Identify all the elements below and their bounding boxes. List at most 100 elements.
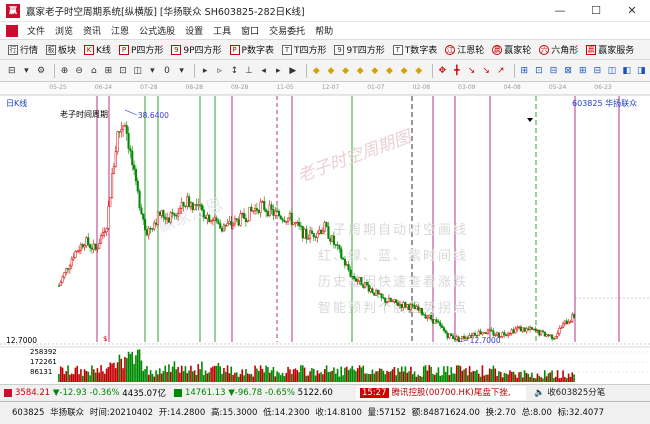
drawing-tool-34-icon[interactable]: ⊟ <box>548 64 560 78</box>
drawing-tool-21-icon[interactable]: ◆ <box>340 64 352 78</box>
drawing-tool-16-icon[interactable]: ◂ <box>258 64 270 78</box>
drawing-tool-35-icon[interactable]: ⊠ <box>562 64 574 78</box>
menu-help[interactable]: 帮助 <box>310 24 338 37</box>
menu-gann[interactable]: 江恩 <box>106 24 134 37</box>
candle-body <box>547 334 550 337</box>
drawing-tool-37-icon[interactable]: ⊟ <box>592 64 604 78</box>
sz-index[interactable]: 14761.13 ▼-96.78 -0.65% 5122.60 <box>173 388 333 398</box>
drawing-tool-5-icon[interactable]: ⌂ <box>88 64 100 78</box>
kline-chart[interactable]: 赢家江恩 老子时空周期图 老子周期自动时空画线 红、绿、蓝、紫时间线 历史基因快速查看涨… <box>0 82 650 384</box>
kline-button[interactable]: K K线 <box>80 43 115 56</box>
candle-body <box>486 329 489 334</box>
menu-info[interactable]: 资讯 <box>78 24 106 37</box>
drawing-tool-9-icon[interactable]: ▾ <box>147 64 159 78</box>
volume-bar <box>439 375 442 382</box>
minimize-button[interactable]: — <box>542 0 578 22</box>
quote-button[interactable]: 行行情 <box>4 43 42 56</box>
drawing-tool-24-icon[interactable]: ◆ <box>384 64 396 78</box>
drawing-tool-11-icon[interactable]: ▾ <box>176 64 188 78</box>
gann-wheel-button[interactable]: 江江恩轮 <box>441 43 488 56</box>
drawing-tool-13-icon[interactable]: ▹ <box>214 64 226 78</box>
p-table-button[interactable]: P P数字表 <box>226 43 278 56</box>
drawing-tool-25-icon[interactable]: ◆ <box>398 64 410 78</box>
volume-bar <box>395 375 398 382</box>
gann-wheel-label: 江恩轮 <box>457 46 485 56</box>
volume-bar <box>386 370 388 382</box>
drawing-tool-26-icon[interactable]: ◆ <box>413 64 425 78</box>
menu-formula[interactable]: 公式选股 <box>134 24 180 37</box>
drawing-tool-28-icon[interactable]: ╋ <box>451 64 463 78</box>
hexagon-button[interactable]: 六六角形 <box>535 43 582 56</box>
drawing-tool-1-icon[interactable]: ▾ <box>21 64 33 78</box>
p-square-button[interactable]: P P四方形 <box>115 43 167 56</box>
drawing-tool-15-icon[interactable]: ⊥ <box>243 64 255 78</box>
drawing-tool-38-icon[interactable]: ◫ <box>606 64 618 78</box>
sector-button[interactable]: 板板块 <box>42 43 80 56</box>
drawing-tool-31-icon[interactable]: ↗ <box>495 64 507 78</box>
volume-bar <box>325 365 328 382</box>
drawing-tool-29-icon[interactable]: ↘ <box>466 64 478 78</box>
volume-bar <box>406 372 409 382</box>
candle-body <box>358 277 361 282</box>
drawing-tool-22-icon[interactable]: ◆ <box>354 64 366 78</box>
volume-bar <box>87 371 90 382</box>
drawing-tool-0-icon[interactable]: ⊟ <box>6 64 18 78</box>
drawing-tool-30-icon[interactable]: ↘ <box>480 64 492 78</box>
drawing-tool-32-icon[interactable]: ⊞ <box>518 64 530 78</box>
candle-body <box>457 336 460 342</box>
winner-wheel-button[interactable]: 赢赢家轮 <box>488 43 535 56</box>
menu-trade[interactable]: 交易委托 <box>264 24 310 37</box>
status-ratio: 标:32.4077 <box>557 408 605 418</box>
menu-settings[interactable]: 设置 <box>180 24 208 37</box>
volume-bar <box>72 374 75 382</box>
drawing-tool-8-icon[interactable]: ◫ <box>132 64 144 78</box>
volume-bar <box>520 371 522 382</box>
news-ticker[interactable]: 15:27 腾讯控股(00700.HK)尾盘下挫, <box>356 386 526 400</box>
drawing-tool-33-icon[interactable]: ⊡ <box>533 64 545 78</box>
drawing-tool-17-icon[interactable]: ▸ <box>272 64 284 78</box>
t-square-icon: T <box>281 44 292 55</box>
t-table-button[interactable]: T T数字表 <box>389 43 442 56</box>
volume-bar <box>285 372 288 382</box>
drawing-tool-19-icon[interactable]: ◆ <box>311 64 323 78</box>
9p-square-button[interactable]: 9 9P四方形 <box>167 43 225 56</box>
drawing-tool-6-icon[interactable]: ⊞ <box>103 64 115 78</box>
drawing-tool-39-icon[interactable]: ◧ <box>621 64 633 78</box>
drawing-tool-27-icon[interactable]: ✥ <box>436 64 448 78</box>
drawing-tool-4-icon[interactable]: ⊖ <box>73 64 85 78</box>
drawing-toolbar: ⊟ ▾ ⚙ ⊕ ⊖ ⌂ ⊞ ⊡ ◫ ▾ 0 ▾ ▸ ▹ ↕ ⊥ ◂ ▸ ▶ ◆ ◆ ◆ ◆ ◆ ◆ ◆ ◆ ✥ ╋ ↘ ↘ ↗ ⊞ ⊡ ⊟ ⊠ ⊞ ⊟ ◫ ◧… <box>0 60 650 82</box>
drawing-tool-18-icon[interactable]: ▶ <box>287 64 299 78</box>
menu-file[interactable]: 文件 <box>22 24 50 37</box>
drawing-tool-2-icon[interactable]: ⚙ <box>35 64 47 78</box>
maximize-button[interactable]: ☐ <box>578 0 614 22</box>
drawing-tool-14-icon[interactable]: ↕ <box>229 64 241 78</box>
menu-tools[interactable]: 工具 <box>208 24 236 37</box>
drawing-tool-20-icon[interactable]: ◆ <box>325 64 337 78</box>
volume-bar <box>113 362 115 382</box>
candle-body <box>232 223 235 226</box>
drawing-tool-3-icon[interactable]: ⊕ <box>59 64 71 78</box>
kline-chart-svg[interactable]: 赢家江恩老子时空周期图老子周期自动时空画线红、绿、蓝、紫时间线历史基因快速查看涨… <box>0 82 650 384</box>
drawing-tool-7-icon[interactable]: ⊡ <box>117 64 129 78</box>
drawing-tool-10-icon[interactable]: 0 <box>161 64 173 78</box>
menu-browse[interactable]: 浏览 <box>50 24 78 37</box>
close-button[interactable]: ✕ <box>614 0 650 22</box>
sh-index[interactable]: 3584.21 ▼-12.93 -0.36% 4435.07亿 <box>4 387 166 399</box>
menu-window[interactable]: 窗口 <box>236 24 264 37</box>
drawing-tool-40-icon[interactable]: ◨ <box>635 64 647 78</box>
candle-body <box>90 247 93 250</box>
app-logo-icon: 赢 <box>6 3 20 18</box>
9t-square-button[interactable]: 9 9T四方形 <box>330 43 388 56</box>
tick-detail-link[interactable]: 🔈 收603825分笔 <box>534 385 605 401</box>
candle-body <box>343 259 346 266</box>
volume-bar <box>243 375 245 382</box>
candle-body <box>142 213 145 220</box>
t-square-button[interactable]: T T四方形 <box>278 43 331 56</box>
service-button[interactable]: 赢赢家服务 <box>582 43 638 56</box>
candle-body <box>402 302 405 308</box>
drawing-tool-36-icon[interactable]: ⊞ <box>577 64 589 78</box>
drawing-tool-12-icon[interactable]: ▸ <box>199 64 211 78</box>
volume-bar <box>378 368 381 382</box>
candle-body <box>314 236 317 238</box>
drawing-tool-23-icon[interactable]: ◆ <box>369 64 381 78</box>
